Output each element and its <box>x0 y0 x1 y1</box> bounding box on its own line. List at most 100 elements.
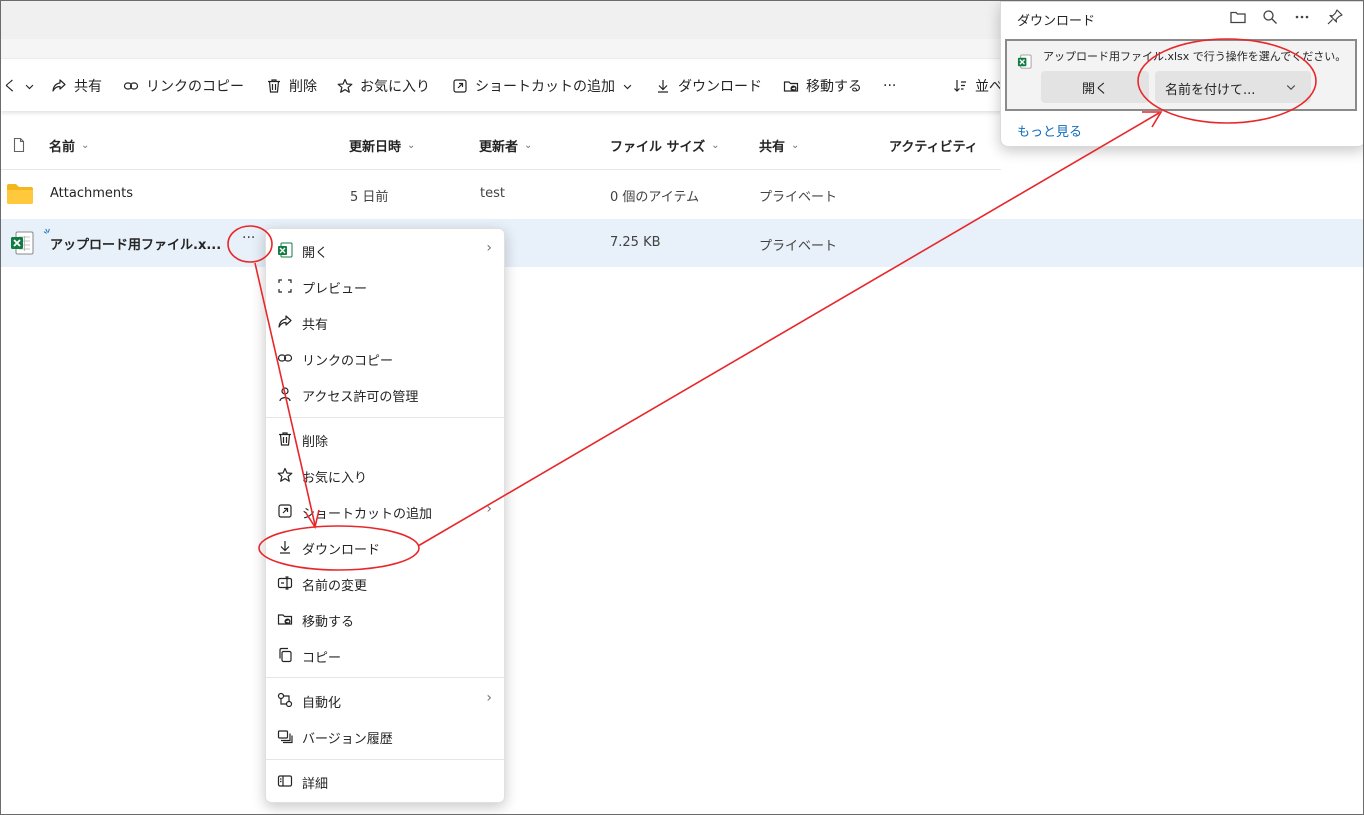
menu-item-open-label: 開く <box>302 246 329 261</box>
folder-icon <box>7 184 33 204</box>
add-shortcut-label: ショートカットの追加 <box>475 79 615 95</box>
row-modified-by: test <box>480 186 505 201</box>
shortcut-icon <box>278 504 292 518</box>
menu-item-copy[interactable]: コピー <box>266 639 506 671</box>
menu-item-copy-link-label: リンクのコピー <box>302 354 394 369</box>
chevron-down-icon <box>25 84 34 89</box>
chevron-down-icon: ⌄ <box>791 140 800 151</box>
overflow-left-button[interactable]: く <box>3 75 35 97</box>
menu-item-move-to[interactable]: 移動する <box>266 603 506 635</box>
move-folder-icon <box>277 614 293 625</box>
menu-item-open[interactable]: 開く › <box>266 234 506 266</box>
excel-file-icon <box>11 231 34 255</box>
row-more-actions-button[interactable]: ··· <box>242 230 255 246</box>
share-button[interactable]: 共有 <box>51 75 102 97</box>
column-header-file-size[interactable]: ファイル サイズ ⌄ <box>610 136 720 155</box>
chevron-down-icon: ⌄ <box>407 140 416 151</box>
column-header-activity-label: アクティビティ <box>889 140 978 155</box>
menu-item-preview-label: プレビュー <box>302 282 368 297</box>
column-header-name-label: 名前 <box>49 140 76 155</box>
menu-item-manage-access-label: アクセス許可の管理 <box>302 390 419 405</box>
download-icon <box>658 80 668 93</box>
star-icon <box>277 467 293 482</box>
menu-item-copy-link[interactable]: リンクのコピー <box>266 342 506 374</box>
column-header-modified-by[interactable]: 更新者 ⌄ <box>479 136 532 155</box>
menu-item-version-history[interactable]: バージョン履歴 <box>266 720 506 752</box>
table-row[interactable]: Attachments 5 日前 test 0 個のアイテム プライベート <box>1 170 1363 218</box>
sort-button[interactable]: 並べ <box>952 75 1003 97</box>
chevron-right-icon: › <box>486 501 492 517</box>
share-label: 共有 <box>74 79 102 95</box>
menu-item-favorite-label: お気に入り <box>302 471 368 486</box>
menu-item-copy-label: コピー <box>302 651 342 666</box>
folder-open-icon[interactable] <box>1229 8 1247 26</box>
pin-icon[interactable] <box>1326 8 1344 26</box>
version-history-icon <box>277 730 293 744</box>
context-menu: 開く › プレビュー 共有 リンクのコピー アクセス許可の管理 削除 お気に入り <box>265 228 506 803</box>
column-header-modified-by-label: 更新者 <box>479 140 519 155</box>
menu-item-rename[interactable]: 名前の変更 <box>266 567 506 599</box>
search-icon[interactable] <box>1261 8 1279 26</box>
menu-item-automate-label: 自動化 <box>302 696 342 711</box>
share-icon <box>52 79 66 92</box>
menu-item-automate[interactable]: 自動化 › <box>266 684 506 716</box>
excel-file-icon <box>1017 54 1032 69</box>
row-name[interactable]: アップロード用ファイル.x... <box>50 234 221 253</box>
table-row-selected[interactable]: アップロード用ファイル.x... ··· 7.25 KB プライベート <box>1 219 1363 267</box>
menu-divider <box>266 677 506 678</box>
menu-item-delete-label: 削除 <box>302 435 329 450</box>
menu-item-delete[interactable]: 削除 <box>266 423 506 455</box>
delete-button[interactable]: 削除 <box>266 75 317 97</box>
chevron-down-icon <box>623 84 632 89</box>
menu-item-favorite[interactable]: お気に入り <box>266 459 506 491</box>
column-header-sharing[interactable]: 共有 ⌄ <box>759 136 799 155</box>
menu-item-download-label: ダウンロード <box>302 543 381 558</box>
menu-item-details[interactable]: 詳細 <box>266 765 506 797</box>
person-key-icon <box>279 387 291 402</box>
column-header-modified[interactable]: 更新日時 ⌄ <box>349 136 415 155</box>
see-more-link[interactable]: もっと見る <box>1017 121 1082 140</box>
download-open-button[interactable]: 開く <box>1041 71 1149 103</box>
link-icon <box>123 82 139 90</box>
file-type-header-icon <box>13 137 25 153</box>
chevron-down-icon: ⌄ <box>524 140 533 151</box>
menu-item-download[interactable]: ダウンロード <box>266 531 506 563</box>
save-as-label: 名前を付けて... <box>1165 83 1256 98</box>
chevron-down-icon: ⌄ <box>81 140 90 151</box>
move-folder-icon <box>783 81 799 92</box>
delete-label: 削除 <box>289 79 317 95</box>
file-explorer-window: く 共有 リンクのコピー 削除 お気に入り ショートカットの追加 ダウンロード <box>0 0 1364 815</box>
download-label: ダウンロード <box>678 79 762 95</box>
copy-icon <box>279 647 292 663</box>
menu-item-share[interactable]: 共有 <box>266 306 506 338</box>
sort-icon <box>954 80 966 92</box>
menu-divider <box>266 417 506 418</box>
row-size: 7.25 KB <box>610 235 661 250</box>
more-options-icon[interactable] <box>1293 8 1311 26</box>
menu-item-manage-access[interactable]: アクセス許可の管理 <box>266 378 506 410</box>
download-item-message: アップロード用ファイル.xlsx で行う操作を選んでください。 <box>1043 50 1347 63</box>
favorite-button[interactable]: お気に入り <box>337 75 430 97</box>
chevron-right-icon: › <box>486 240 492 256</box>
move-to-button[interactable]: 移動する <box>783 75 862 97</box>
menu-item-rename-label: 名前の変更 <box>302 579 368 594</box>
column-header-activity[interactable]: アクティビティ <box>889 136 978 155</box>
more-icon: ··· <box>883 78 897 94</box>
column-header-name[interactable]: 名前 ⌄ <box>49 136 89 155</box>
save-as-dropdown[interactable]: 名前を付けて... <box>1155 71 1311 103</box>
add-shortcut-button[interactable]: ショートカットの追加 <box>452 75 633 97</box>
download-item: アップロード用ファイル.xlsx で行う操作を選んでください。 開く 名前を付け… <box>1005 39 1357 111</box>
column-header-file-size-label: ファイル サイズ <box>610 140 706 155</box>
column-header-sharing-label: 共有 <box>759 140 786 155</box>
sort-label: 並べ <box>975 79 1003 95</box>
menu-item-add-shortcut[interactable]: ショートカットの追加 › <box>266 495 506 527</box>
more-button[interactable]: ··· <box>883 75 896 97</box>
menu-item-details-label: 詳細 <box>302 777 329 792</box>
menu-item-preview[interactable]: プレビュー <box>266 270 506 302</box>
row-name[interactable]: Attachments <box>50 186 133 201</box>
copy-link-button[interactable]: リンクのコピー <box>123 75 244 97</box>
menu-item-version-history-label: バージョン履歴 <box>302 732 393 747</box>
shortcut-icon <box>453 79 467 93</box>
rename-icon <box>277 576 293 590</box>
download-button[interactable]: ダウンロード <box>655 75 762 97</box>
